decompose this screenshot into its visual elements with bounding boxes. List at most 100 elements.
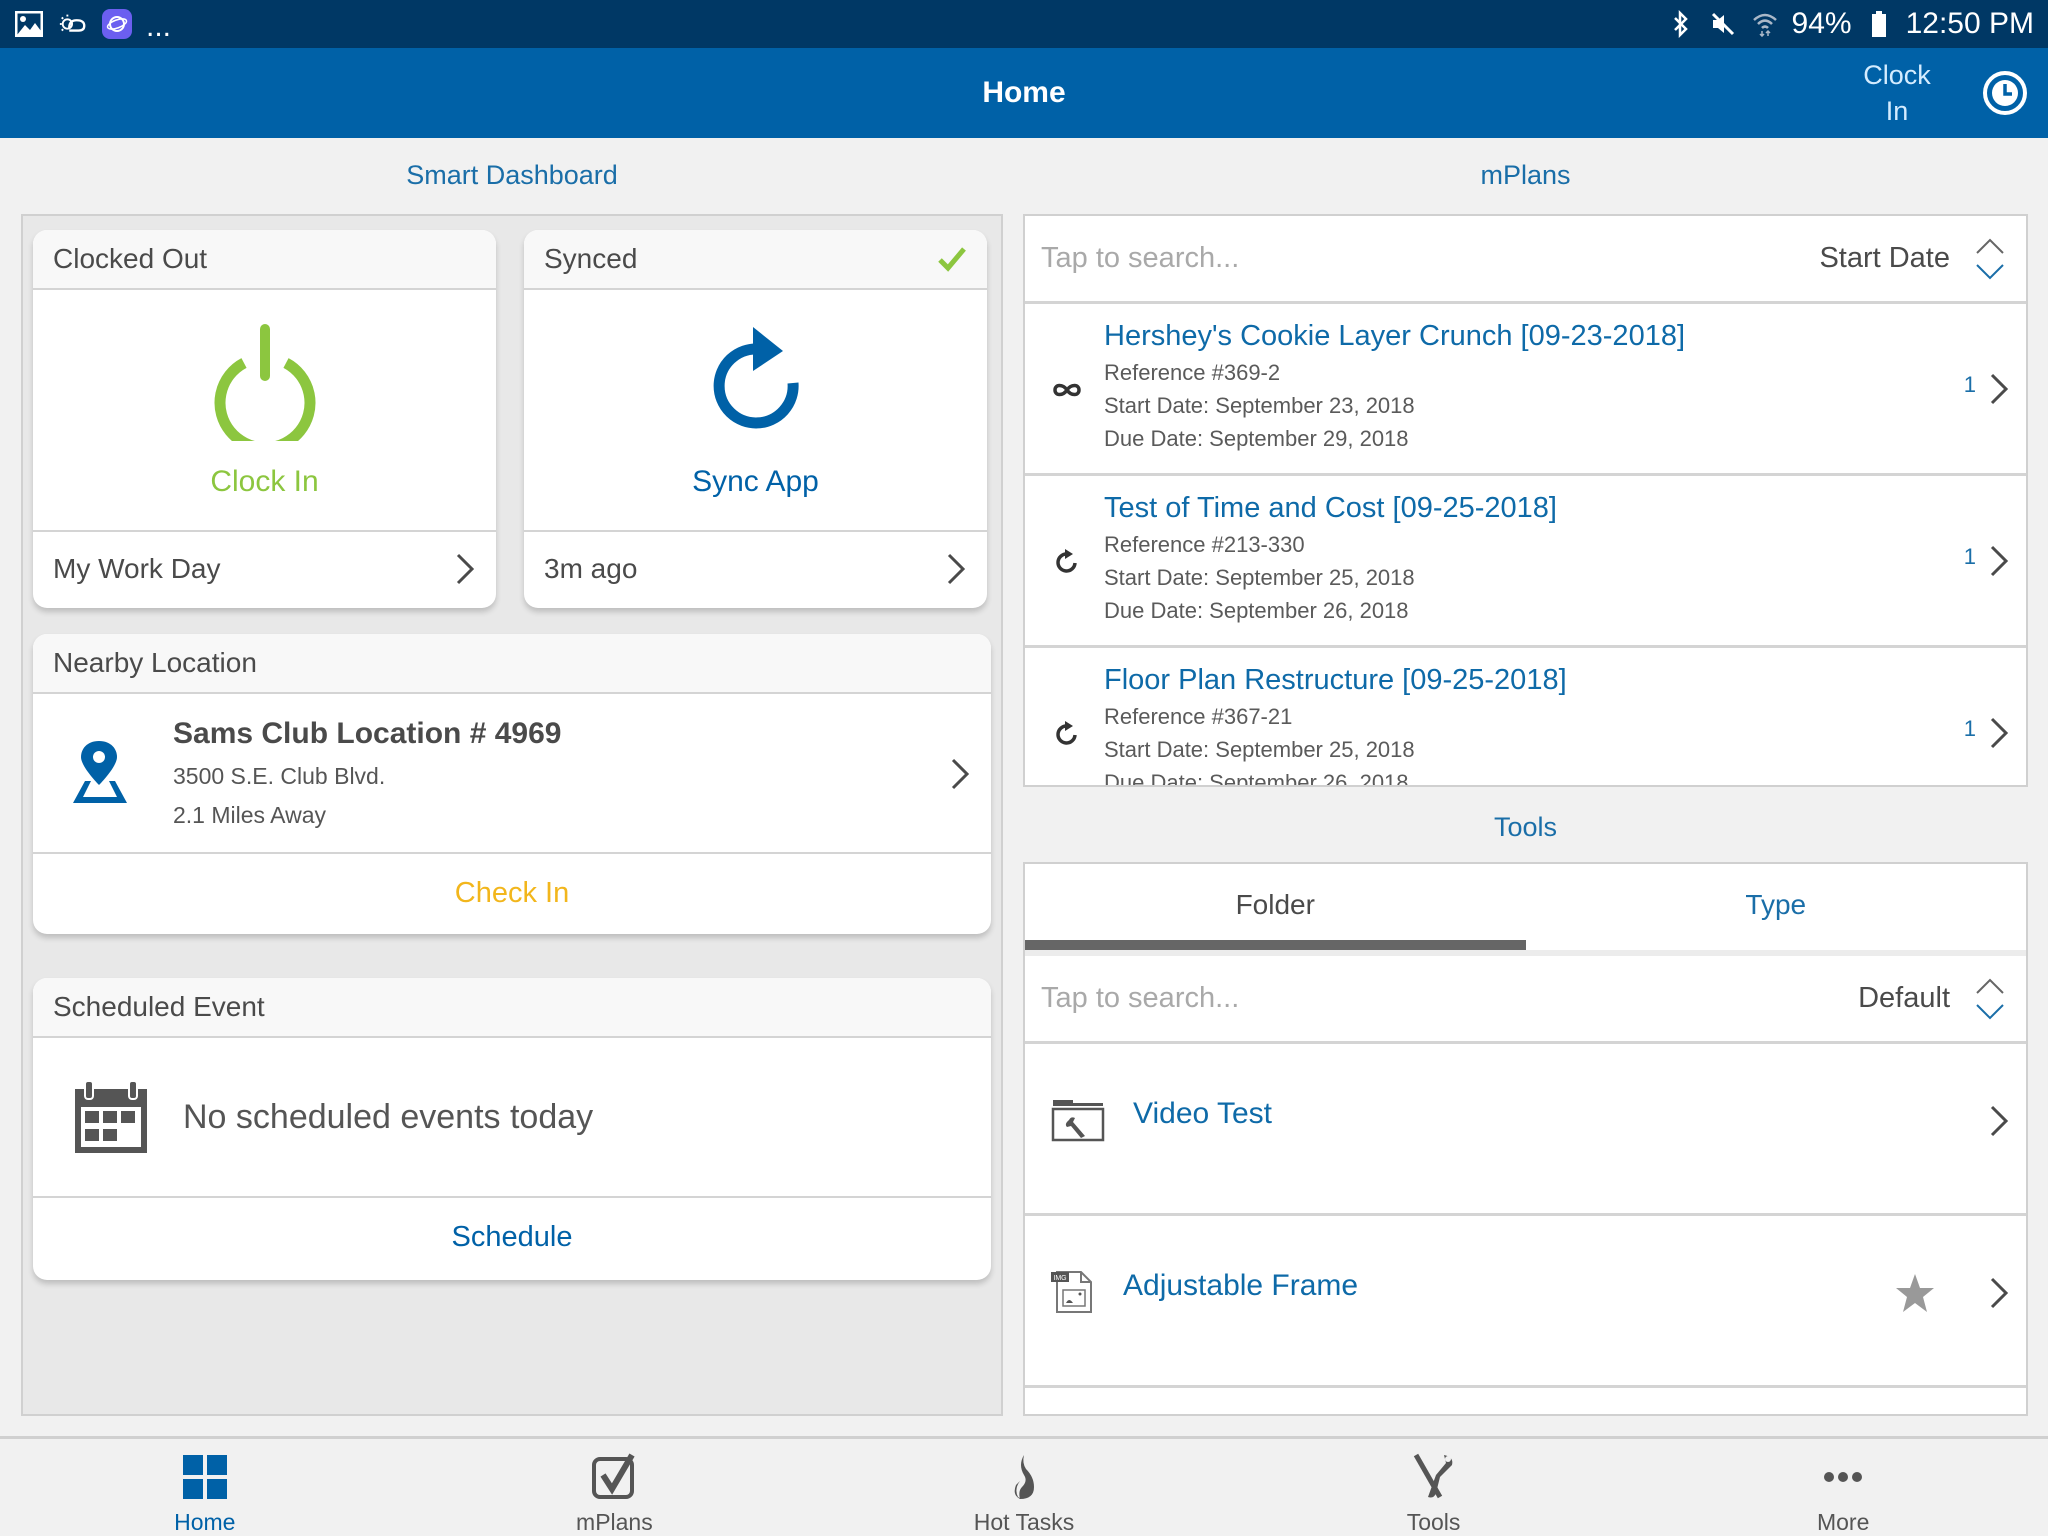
last-sync-label: 3m ago	[544, 553, 638, 584]
mplan-start-date: Start Date: September 25, 2018	[1104, 565, 1415, 590]
star-icon[interactable]	[1894, 1272, 1936, 1314]
tools-sort-label: Default	[1858, 982, 1950, 1014]
mplan-reference: Reference #369-2	[1104, 360, 1281, 385]
refresh-icon	[1056, 549, 1077, 573]
flame-icon	[1014, 1455, 1034, 1499]
mute-icon	[1708, 9, 1738, 39]
scheduled-event-title: Scheduled Event	[53, 991, 265, 1022]
mplan-count: 1	[1963, 372, 1976, 397]
check-icon	[938, 247, 966, 272]
clock-tile-header: Clocked Out	[33, 230, 496, 290]
nav-mplans[interactable]: mPlans	[410, 1439, 820, 1536]
mplans-title: mPlans	[1480, 160, 1571, 190]
clock-in-label: Clock In	[1863, 60, 1931, 126]
tool-list-item[interactable]: Video Test	[1025, 1044, 2026, 1216]
sync-app-action[interactable]: Sync App	[524, 290, 987, 530]
svg-text:IMG: IMG	[1053, 1275, 1066, 1282]
tools-search-row: Default	[1025, 956, 2026, 1044]
home-grid-icon	[182, 1455, 227, 1499]
tab-folder[interactable]: Folder	[1025, 864, 1526, 950]
location-distance: 2.1 Miles Away	[173, 802, 326, 828]
my-work-day-label: My Work Day	[53, 553, 221, 584]
clock-in-button[interactable]: Clock In	[1852, 48, 2028, 138]
chevron-right-icon	[947, 553, 966, 585]
tool-folder-icon	[1051, 1100, 1105, 1142]
battery-percent: 94%	[1791, 7, 1852, 40]
last-sync-link[interactable]: 3m ago	[524, 530, 987, 606]
tab-type[interactable]: Type	[1526, 864, 2027, 950]
battery-icon	[1864, 9, 1894, 39]
mplan-title: Test of Time and Cost [09-25-2018]	[1104, 492, 1557, 524]
tools-tabs: Folder Type	[1025, 864, 2026, 956]
tool-list-item[interactable]: IMG Adjustable Frame	[1025, 1216, 2026, 1388]
browser-icon	[102, 9, 132, 39]
status-bar: ... 94% 12:50 PM	[0, 0, 2048, 48]
clock-status-label: Clocked Out	[53, 243, 208, 274]
scheduled-event-body: No scheduled events today	[33, 1038, 991, 1198]
mplans-search-input[interactable]	[1041, 242, 1641, 275]
chevron-right-icon	[1990, 373, 2009, 405]
sync-icon	[713, 327, 799, 429]
location-address: 3500 S.E. Club Blvd.	[173, 763, 386, 789]
scheduled-event-header: Scheduled Event	[33, 978, 991, 1038]
nav-home-label: Home	[174, 1509, 236, 1535]
mplan-list-item[interactable]: Floor Plan Restructure [09-25-2018] Refe…	[1025, 648, 2026, 785]
image-file-icon: IMG	[1051, 1271, 1092, 1313]
clock-time: 12:50 PM	[1905, 7, 2034, 40]
status-bar-right: 94% 12:50 PM	[1666, 7, 2034, 41]
tools-search-input[interactable]	[1041, 982, 1641, 1015]
location-name: Sams Club Location # 4969	[173, 717, 562, 750]
smart-dashboard-title: Smart Dashboard	[406, 160, 618, 190]
mplans-search-row: Start Date	[1025, 216, 2026, 304]
mplan-start-date: Start Date: September 23, 2018	[1104, 393, 1415, 418]
mplan-list-item[interactable]: Test of Time and Cost [09-25-2018] Refer…	[1025, 476, 2026, 648]
tool-label: Adjustable Frame	[1123, 1269, 1359, 1302]
mplan-start-date: Start Date: September 25, 2018	[1104, 737, 1415, 762]
check-in-button[interactable]: Check In	[33, 854, 991, 932]
clock-in-action-label: Clock In	[210, 465, 319, 498]
nearby-location-card: Nearby Location Sams Club Location # 496…	[33, 634, 991, 934]
smart-dashboard-panel: Clocked Out Clock In My Work Day Synced …	[21, 214, 1003, 1416]
clock-in-action[interactable]: Clock In	[33, 290, 496, 530]
infinity-icon	[1053, 383, 1081, 397]
app-bar: Home Clock In	[0, 48, 2048, 138]
tools-icon	[1413, 1453, 1452, 1499]
location-details[interactable]: Sams Club Location # 4969 3500 S.E. Club…	[33, 694, 991, 854]
nav-hot-tasks-label: Hot Tasks	[973, 1509, 1075, 1535]
weather-icon	[58, 9, 88, 39]
chevron-right-icon	[1990, 1277, 2009, 1309]
more-notifications-icon: ...	[146, 10, 172, 43]
clock-tile: Clocked Out Clock In My Work Day	[33, 230, 496, 608]
calendar-icon	[75, 1080, 147, 1153]
mplan-count: 1	[1963, 544, 1976, 569]
nearby-location-title: Nearby Location	[53, 647, 257, 678]
mplans-sort-label: Start Date	[1819, 242, 1950, 274]
nav-tools[interactable]: Tools	[1229, 1439, 1639, 1536]
nearby-location-header: Nearby Location	[33, 634, 991, 694]
schedule-button[interactable]: Schedule	[33, 1198, 991, 1276]
tools-sort-selector[interactable]: Default	[1858, 976, 2006, 1022]
nav-more-label: More	[1816, 1509, 1870, 1535]
scheduled-event-card: Scheduled Event No scheduled events toda…	[33, 978, 991, 1280]
checkbox-icon	[592, 1453, 635, 1499]
mplan-list-item[interactable]: Hershey's Cookie Layer Crunch [09-23-201…	[1025, 304, 2026, 476]
nav-hot-tasks[interactable]: Hot Tasks	[819, 1439, 1229, 1536]
mplan-reference: Reference #367-21	[1104, 704, 1293, 729]
my-work-day-link[interactable]: My Work Day	[33, 530, 496, 606]
tools-panel: Folder Type Default Video Test IMG Adjus…	[1023, 862, 2028, 1416]
sync-app-action-label: Sync App	[692, 465, 819, 498]
power-icon	[214, 324, 315, 441]
bluetooth-icon	[1666, 9, 1696, 39]
sync-tile-header: Synced	[524, 230, 987, 290]
nav-more[interactable]: More	[1638, 1439, 2048, 1536]
mplan-count: 1	[1963, 716, 1976, 741]
mplan-title: Floor Plan Restructure [09-25-2018]	[1104, 664, 1567, 696]
tools-title: Tools	[1493, 812, 1558, 842]
nav-home[interactable]: Home	[0, 1439, 410, 1536]
mplans-sort-selector[interactable]: Start Date	[1819, 236, 2006, 282]
mplan-title: Hershey's Cookie Layer Crunch [09-23-201…	[1104, 320, 1686, 352]
sync-status-label: Synced	[544, 243, 638, 274]
bottom-navigation: Home mPlans Hot Tasks Tools More	[0, 1436, 2048, 1536]
page-title: Home	[982, 76, 1066, 109]
mplans-panel: Start Date Hershey's Cookie Layer Crunch…	[1023, 214, 2028, 787]
